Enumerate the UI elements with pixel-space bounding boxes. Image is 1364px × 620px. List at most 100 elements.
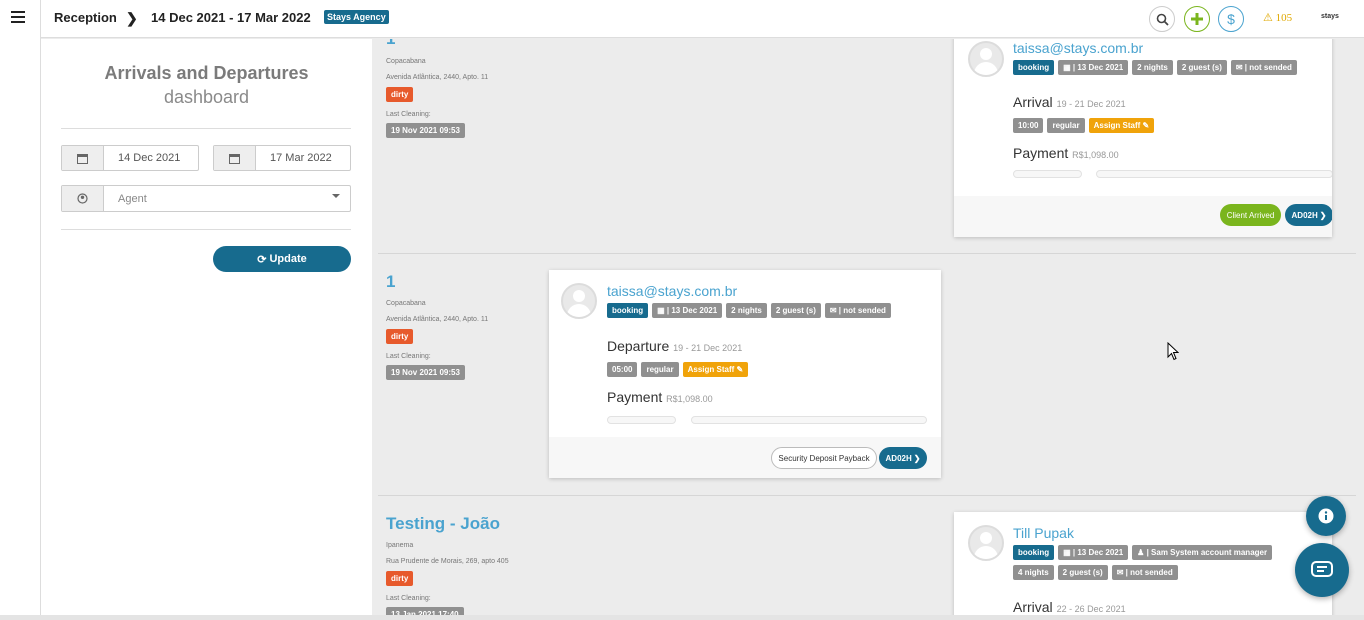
last-cleaning-label: Last Cleaning:: [386, 353, 431, 360]
client-arrived-button[interactable]: Client Arrived: [1220, 204, 1281, 226]
horizontal-scrollbar[interactable]: [0, 615, 1364, 620]
payment-heading: Payment R$1,098.00: [1013, 145, 1119, 161]
reservations-list: 1 Copacabana Avenida Atlântica, 2440, Ap…: [372, 39, 1364, 620]
calendar-icon: ▦: [1063, 63, 1073, 72]
property-title[interactable]: 1: [386, 272, 395, 292]
reservation-code-button[interactable]: AD02H ❯: [879, 447, 927, 469]
search-button[interactable]: [1149, 6, 1175, 32]
payment-heading: Payment R$1,098.00: [607, 389, 713, 405]
chat-button[interactable]: [1295, 543, 1349, 597]
agent-select[interactable]: Agent: [61, 185, 351, 212]
type-tag: regular: [641, 362, 679, 377]
reservation-tags: booking ▦ | 13 Dec 2021 2 nights 2 guest…: [607, 303, 891, 318]
property-address: Avenida Atlântica, 2440, Apto. 11: [386, 316, 489, 323]
booking-date-tag: ▦ | 13 Dec 2021: [1058, 60, 1129, 75]
date-to-value: 17 Mar 2022: [270, 152, 332, 164]
reservation-tags: booking ▦ | 13 Dec 2021 2 nights 2 guest…: [1013, 60, 1297, 75]
row-separator: [378, 495, 1356, 496]
calendar-icon: [62, 146, 104, 170]
card-footer: Client Arrived AD02H ❯: [954, 196, 1332, 237]
panel-subtitle: dashboard: [163, 87, 250, 107]
caret-down-icon: [332, 194, 340, 198]
status-badge: dirty: [386, 87, 414, 102]
property-title[interactable]: Testing - João: [386, 514, 500, 534]
chevron-right-icon: ❯: [913, 453, 921, 463]
calendar-icon: [214, 146, 256, 170]
avatar: [968, 41, 1004, 77]
guest-name[interactable]: taissa@stays.com.br: [1013, 40, 1143, 56]
envelope-icon: ✉: [829, 306, 839, 315]
payment-bar: [607, 416, 676, 424]
booking-date-tag: ▦ | 13 Dec 2021: [652, 303, 723, 318]
info-button[interactable]: [1306, 496, 1346, 536]
arrival-heading: Arrival 19 - 21 Dec 2021: [1013, 94, 1126, 110]
guests-tag: 2 guest (s): [1057, 565, 1108, 580]
message-tag: ✉ | not sended: [824, 303, 891, 318]
guest-name[interactable]: Till Pupak: [1013, 525, 1074, 541]
chevron-right-icon: ❯: [1319, 210, 1327, 220]
reservation-card: taissa@stays.com.br booking ▦ | 13 Dec 2…: [549, 270, 941, 478]
alert-indicator[interactable]: ⚠ 105: [1263, 11, 1292, 24]
refresh-icon: ⟳: [257, 253, 267, 266]
reservation-card: taissa@stays.com.br booking ▦ | 13 Dec 2…: [954, 39, 1332, 237]
assign-staff-button[interactable]: Assign Staff ✎: [682, 362, 749, 377]
dollar-icon: $: [1227, 11, 1235, 27]
plus-icon: [1191, 13, 1203, 25]
property-address: Avenida Atlântica, 2440, Apto. 11: [386, 74, 489, 81]
payment-bar: [1096, 170, 1332, 178]
left-rail: [0, 0, 41, 620]
security-deposit-payback-button[interactable]: Security Deposit Payback: [771, 447, 877, 469]
card-footer: Security Deposit Payback AD02H ❯: [549, 437, 941, 478]
departure-tags: 05:00 regular Assign Staff ✎: [607, 362, 749, 377]
add-button[interactable]: [1184, 6, 1210, 32]
avatar: [968, 525, 1004, 561]
time-tag: 10:00: [1013, 118, 1044, 133]
divider: [61, 229, 351, 230]
nights-tag: 2 nights: [726, 303, 767, 318]
guests-tag: 2 guest (s): [1176, 60, 1227, 75]
alert-count: 105: [1275, 12, 1293, 24]
last-cleaning-label: Last Cleaning:: [386, 111, 431, 118]
reservation-card: Till Pupak booking ▦ | 13 Dec 2021 ♟ | S…: [954, 512, 1332, 620]
user-icon: [62, 186, 104, 211]
departure-heading: Departure 19 - 21 Dec 2021: [607, 338, 743, 354]
panel-title: Arrivals and Departures: [104, 63, 309, 83]
warning-icon: ⚠: [1263, 12, 1273, 24]
mouse-cursor-icon: [1167, 342, 1179, 361]
arrival-tags: 10:00 regular Assign Staff ✎: [1013, 118, 1155, 133]
date-from-field[interactable]: 14 Dec 2021: [61, 145, 199, 171]
finance-button[interactable]: $: [1218, 6, 1244, 32]
status-badge: dirty: [386, 571, 414, 586]
hamburger-icon[interactable]: [11, 11, 25, 23]
assign-staff-button[interactable]: Assign Staff ✎: [1088, 118, 1155, 133]
account-manager-tag: ♟ | Sam System account manager: [1132, 545, 1273, 560]
envelope-icon: ✉: [1116, 568, 1126, 577]
divider: [61, 128, 351, 129]
update-label: Update: [269, 253, 307, 265]
time-tag: 05:00: [607, 362, 638, 377]
message-tag: ✉ | not sended: [1230, 60, 1297, 75]
date-from-value: 14 Dec 2021: [118, 152, 181, 164]
property-title[interactable]: 1: [386, 39, 395, 49]
payment-bar: [1013, 170, 1082, 178]
date-to-field[interactable]: 17 Mar 2022: [213, 145, 351, 171]
agent-placeholder: Agent: [118, 192, 147, 205]
breadcrumb-section[interactable]: Reception: [54, 10, 117, 25]
guest-name[interactable]: taissa@stays.com.br: [607, 283, 737, 299]
nights-tag: 2 nights: [1132, 60, 1173, 75]
pencil-icon: ✎: [736, 365, 744, 374]
last-cleaning-value: 19 Nov 2021 09:53: [386, 123, 465, 138]
info-icon: [1318, 508, 1334, 524]
source-tag: booking: [1013, 60, 1055, 75]
reservation-tags: 4 nights 2 guest (s) ✉ | not sended: [1013, 565, 1178, 580]
user-icon: ♟: [1137, 548, 1147, 557]
booking-date-tag: ▦ | 13 Dec 2021: [1058, 545, 1129, 560]
arrival-heading: Arrival 22 - 26 Dec 2021: [1013, 599, 1126, 615]
stays-logo: stays: [1321, 13, 1339, 20]
calendar-icon: ▦: [1063, 548, 1073, 557]
update-button[interactable]: ⟳ Update: [213, 246, 351, 272]
reservation-code-button[interactable]: AD02H ❯: [1285, 204, 1332, 226]
chevron-right-icon: ❯: [126, 10, 138, 26]
search-icon: [1156, 13, 1169, 26]
type-tag: regular: [1047, 118, 1085, 133]
